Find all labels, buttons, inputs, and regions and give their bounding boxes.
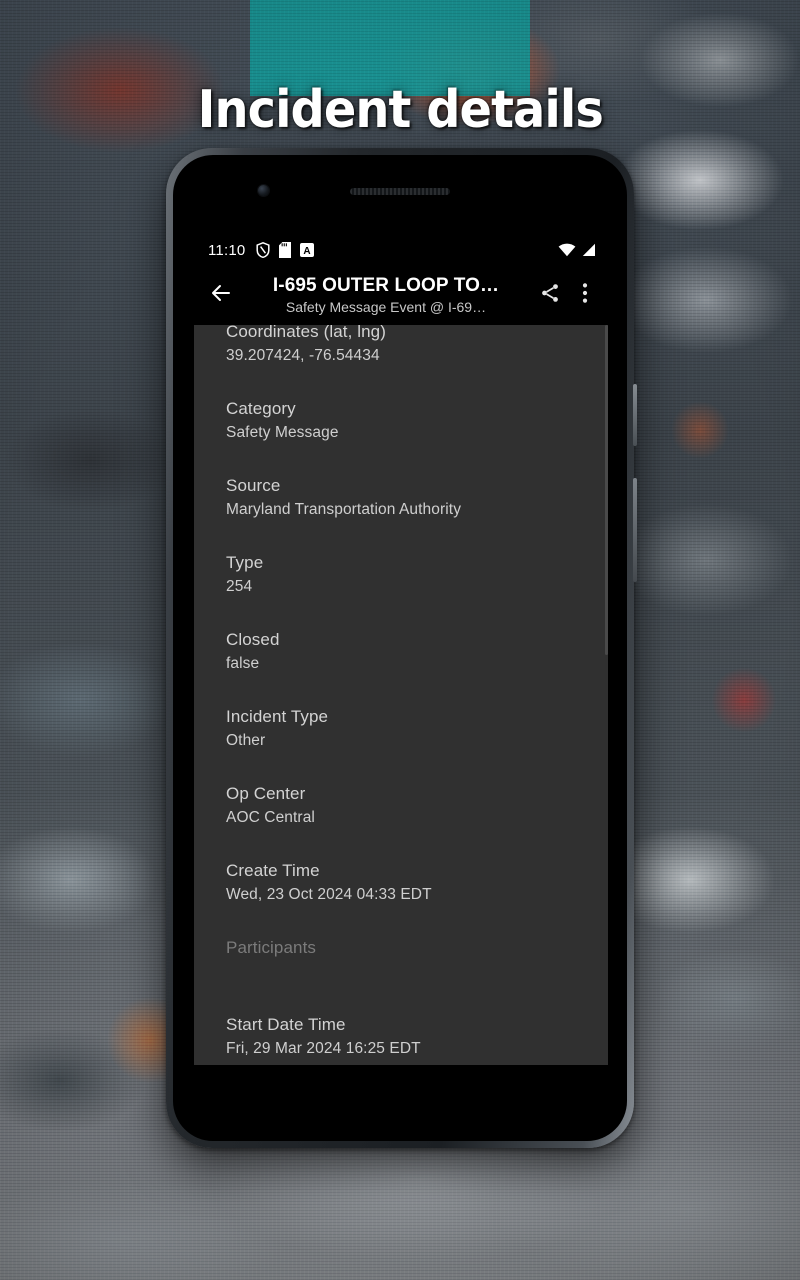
detail-row[interactable]: Op Center AOC Central <box>194 773 608 850</box>
overflow-menu-button[interactable] <box>570 273 600 317</box>
earpiece-speaker <box>350 188 450 195</box>
back-button[interactable] <box>200 274 242 316</box>
shield-icon <box>256 242 270 258</box>
detail-row-value: Wed, 23 Oct 2024 04:33 EDT <box>226 886 432 903</box>
detail-row[interactable]: Coordinates (lat, lng) 39.207424, -76.544… <box>194 325 608 388</box>
detail-row-label: Category <box>226 399 296 418</box>
phone-screen: 11:10 A I-695 OUTER LOOP TO… Safety Mess… <box>194 235 608 1065</box>
scrollbar-thumb[interactable] <box>605 325 608 655</box>
detail-row[interactable]: Source Maryland Transportation Authority <box>194 465 608 542</box>
page-title: I-695 OUTER LOOP TO… <box>272 274 500 296</box>
status-bar: 11:10 A <box>194 235 608 265</box>
phone-device-screen-area: 11:10 A I-695 OUTER LOOP TO… Safety Mess… <box>173 155 627 1141</box>
letter-a-icon: A <box>300 243 315 257</box>
detail-row[interactable]: Participants <box>194 927 608 1004</box>
status-bar-clock: 11:10 <box>208 241 246 259</box>
power-button[interactable] <box>633 384 637 446</box>
wifi-icon <box>558 243 576 257</box>
detail-row-label: Coordinates (lat, lng) <box>226 325 386 341</box>
front-camera-icon <box>258 185 269 196</box>
banner: Incident details <box>0 82 800 138</box>
arrow-back-icon <box>209 281 233 310</box>
detail-row[interactable]: Start Date Time Fri, 29 Mar 2024 16:25 ED… <box>194 1004 608 1065</box>
app-bar: I-695 OUTER LOOP TO… Safety Message Even… <box>194 265 608 325</box>
volume-button[interactable] <box>633 478 637 582</box>
detail-row-label: Create Time <box>226 861 320 880</box>
sd-card-icon <box>279 242 292 258</box>
detail-row-value: Maryland Transportation Authority <box>226 501 462 518</box>
detail-row-label: Source <box>226 476 281 495</box>
status-bar-left-icons: A <box>256 242 315 258</box>
detail-row[interactable]: Category Safety Message <box>194 388 608 465</box>
detail-row[interactable]: Closed false <box>194 619 608 696</box>
detail-row[interactable]: Incident Type Other <box>194 696 608 773</box>
detail-row-label: Closed <box>226 630 280 649</box>
detail-row-label: Start Date Time <box>226 1015 346 1034</box>
share-icon <box>539 282 561 309</box>
detail-row[interactable]: Create Time Wed, 23 Oct 2024 04:33 EDT <box>194 850 608 927</box>
phone-device-frame: 11:10 A I-695 OUTER LOOP TO… Safety Mess… <box>166 148 637 1148</box>
page-subtitle: Safety Message Event @ I-69… <box>285 298 487 315</box>
app-bar-titles: I-695 OUTER LOOP TO… Safety Message Even… <box>242 275 530 316</box>
share-button[interactable] <box>530 273 570 317</box>
svg-text:A: A <box>304 246 311 257</box>
detail-rows-container: Coordinates (lat, lng) 39.207424, -76.544… <box>194 325 608 1065</box>
detail-row-value: 39.207424, -76.54434 <box>226 347 380 364</box>
banner-headline: Incident details <box>197 80 603 140</box>
more-vert-icon <box>582 282 588 309</box>
detail-row-value: Fri, 29 Mar 2024 16:25 EDT <box>226 1040 421 1057</box>
detail-row-label: Participants <box>226 938 317 957</box>
detail-row-label: Op Center <box>226 784 306 803</box>
incident-details-list[interactable]: Coordinates (lat, lng) 39.207424, -76.544… <box>194 325 608 1065</box>
detail-row-value: Safety Message <box>226 424 339 441</box>
detail-row-value: 254 <box>226 578 253 595</box>
cell-signal-icon <box>580 243 596 257</box>
detail-row-label: Incident Type <box>226 707 329 726</box>
detail-row-value: false <box>226 655 260 672</box>
detail-row[interactable]: Type 254 <box>194 542 608 619</box>
detail-row-value: AOC Central <box>226 809 315 826</box>
detail-row-label: Type <box>226 553 264 572</box>
page-root: Incident details 11:10 A I-695 OUTER LOO… <box>0 0 800 1280</box>
detail-row-value: Other <box>226 732 266 749</box>
status-bar-right-icons <box>558 243 596 257</box>
